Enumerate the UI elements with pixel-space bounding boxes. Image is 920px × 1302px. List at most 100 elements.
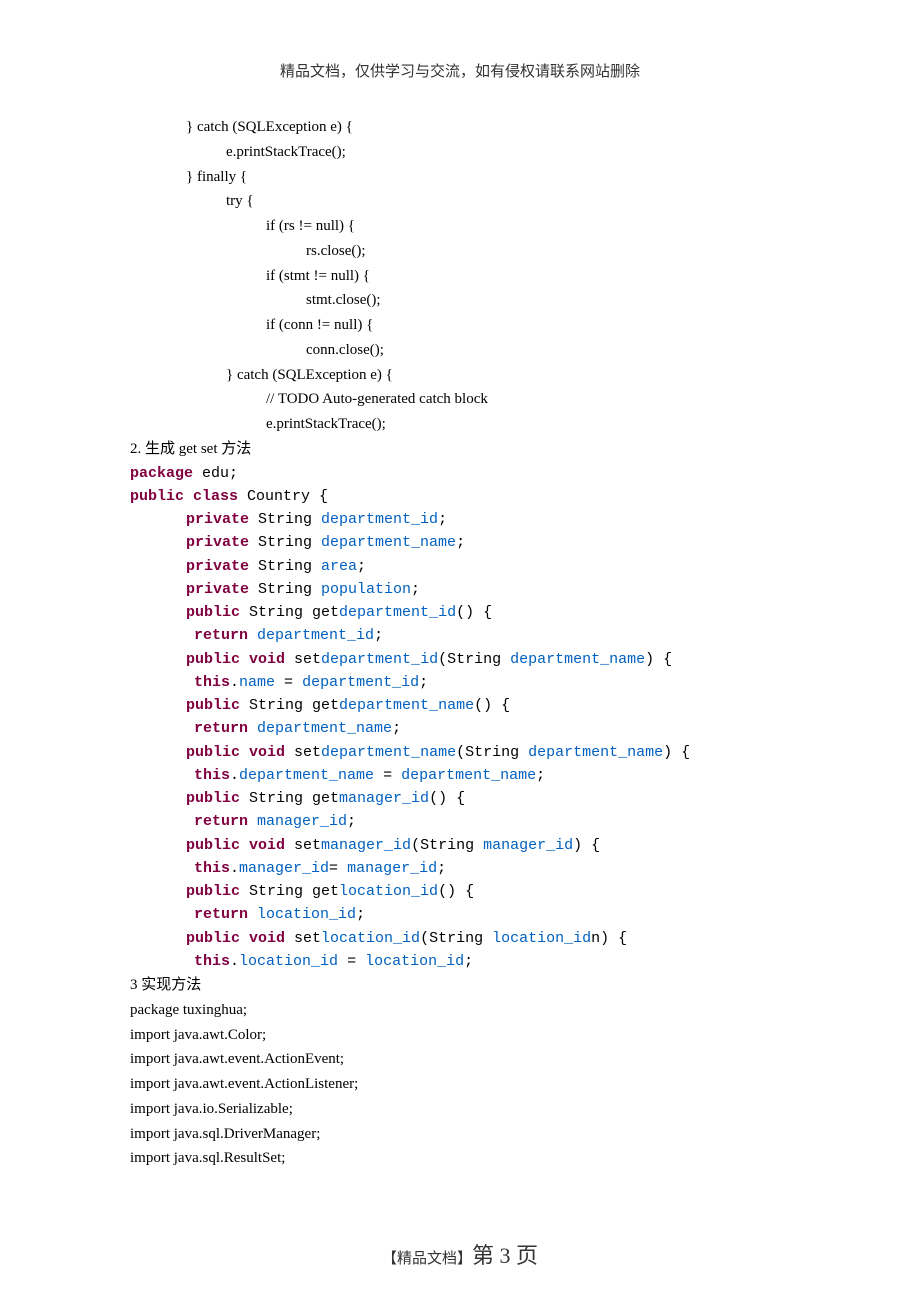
- text: .: [230, 674, 239, 691]
- footer-brand: 【精品文档】: [382, 1251, 472, 1267]
- text: [248, 906, 257, 923]
- identifier: manager_id: [257, 813, 347, 830]
- identifier: department_name: [257, 720, 392, 737]
- code-line: e.printStackTrace();: [130, 140, 790, 165]
- keyword: private: [186, 581, 249, 598]
- keyword: private: [186, 558, 249, 575]
- identifier: department_id: [321, 511, 438, 528]
- text: ;: [347, 813, 356, 830]
- text: n) {: [591, 930, 627, 947]
- text: =: [329, 860, 347, 877]
- code-line: return manager_id;: [130, 810, 790, 833]
- code-line: public void setlocation_id(String locati…: [130, 927, 790, 950]
- code-line: public String getlocation_id() {: [130, 880, 790, 903]
- code-line: public void setmanager_id(String manager…: [130, 834, 790, 857]
- code-line: this.manager_id= manager_id;: [130, 857, 790, 880]
- code-line: import java.awt.event.ActionListener;: [130, 1072, 790, 1097]
- identifier: location_id: [239, 953, 338, 970]
- text: ) {: [573, 837, 600, 854]
- footer-page-number: 第 3 页: [472, 1243, 538, 1268]
- keyword: public: [186, 837, 240, 854]
- code-line: rs.close();: [130, 239, 790, 264]
- text: ) {: [663, 744, 690, 761]
- keyword: this: [194, 767, 230, 784]
- keyword: void: [240, 744, 285, 761]
- text: String: [249, 581, 321, 598]
- identifier: department_name: [528, 744, 663, 761]
- text: ;: [437, 860, 446, 877]
- code-line: public class Country {: [130, 485, 790, 508]
- text: () {: [438, 883, 474, 900]
- keyword: return: [194, 906, 248, 923]
- text: [248, 720, 257, 737]
- identifier: department_name: [239, 767, 374, 784]
- code-line: package edu;: [130, 462, 790, 485]
- code-line: return department_id;: [130, 624, 790, 647]
- identifier: location_id: [365, 953, 464, 970]
- code-line: private String population;: [130, 578, 790, 601]
- code-line: if (rs != null) {: [130, 214, 790, 239]
- identifier: department_name: [401, 767, 536, 784]
- identifier: manager_id: [347, 860, 437, 877]
- heading-suffix: 方法: [218, 441, 252, 457]
- identifier: department_name: [321, 534, 456, 551]
- keyword: return: [194, 720, 248, 737]
- text: [248, 813, 257, 830]
- text: ;: [464, 953, 473, 970]
- keyword: this: [194, 953, 230, 970]
- keyword: public: [130, 488, 184, 505]
- text: String get: [240, 883, 339, 900]
- code-line: this.name = department_id;: [130, 671, 790, 694]
- text: Country {: [238, 488, 328, 505]
- code-line: public void setdepartment_id(String depa…: [130, 648, 790, 671]
- keyword: this: [194, 674, 230, 691]
- identifier: location_id: [339, 883, 438, 900]
- code-line: return location_id;: [130, 903, 790, 926]
- identifier: manager_id: [321, 837, 411, 854]
- keyword: public: [186, 930, 240, 947]
- text: (String: [420, 930, 492, 947]
- keyword: class: [184, 488, 238, 505]
- code-line: try {: [130, 189, 790, 214]
- text: ;: [536, 767, 545, 784]
- text: [248, 627, 257, 644]
- code-line: import java.awt.Color;: [130, 1023, 790, 1048]
- keyword: public: [186, 790, 240, 807]
- keyword: public: [186, 744, 240, 761]
- text: () {: [474, 697, 510, 714]
- text: set: [285, 744, 321, 761]
- code-line: import java.awt.event.ActionEvent;: [130, 1047, 790, 1072]
- code-line: private String department_name;: [130, 531, 790, 554]
- keyword: return: [194, 813, 248, 830]
- text: set: [285, 930, 321, 947]
- header-note: 精品文档，仅供学习与交流，如有侵权请联系网站删除: [130, 60, 790, 81]
- keyword: void: [240, 837, 285, 854]
- keyword: public: [186, 697, 240, 714]
- text: edu;: [193, 465, 238, 482]
- section-3-heading: 3 实现方法: [130, 973, 790, 998]
- code-line: } finally {: [130, 165, 790, 190]
- page: 精品文档，仅供学习与交流，如有侵权请联系网站删除 } catch (SQLExc…: [0, 0, 920, 1302]
- identifier: name: [239, 674, 275, 691]
- keyword: package: [130, 465, 193, 482]
- code-line: e.printStackTrace();: [130, 412, 790, 437]
- text: ;: [419, 674, 428, 691]
- text: (String: [456, 744, 528, 761]
- code-line: private String area;: [130, 555, 790, 578]
- code-line: package tuxinghua;: [130, 998, 790, 1023]
- text: String: [249, 558, 321, 575]
- text: String: [249, 511, 321, 528]
- identifier: population: [321, 581, 411, 598]
- code-line: public String getmanager_id() {: [130, 787, 790, 810]
- code-line: public String getdepartment_name() {: [130, 694, 790, 717]
- code-line: private String department_id;: [130, 508, 790, 531]
- text: ;: [456, 534, 465, 551]
- text: () {: [429, 790, 465, 807]
- identifier: department_id: [321, 651, 438, 668]
- identifier: department_name: [510, 651, 645, 668]
- code-line: conn.close();: [130, 338, 790, 363]
- code-line: return department_name;: [130, 717, 790, 740]
- code-line: import java.io.Serializable;: [130, 1097, 790, 1122]
- text: ;: [392, 720, 401, 737]
- keyword: public: [186, 604, 240, 621]
